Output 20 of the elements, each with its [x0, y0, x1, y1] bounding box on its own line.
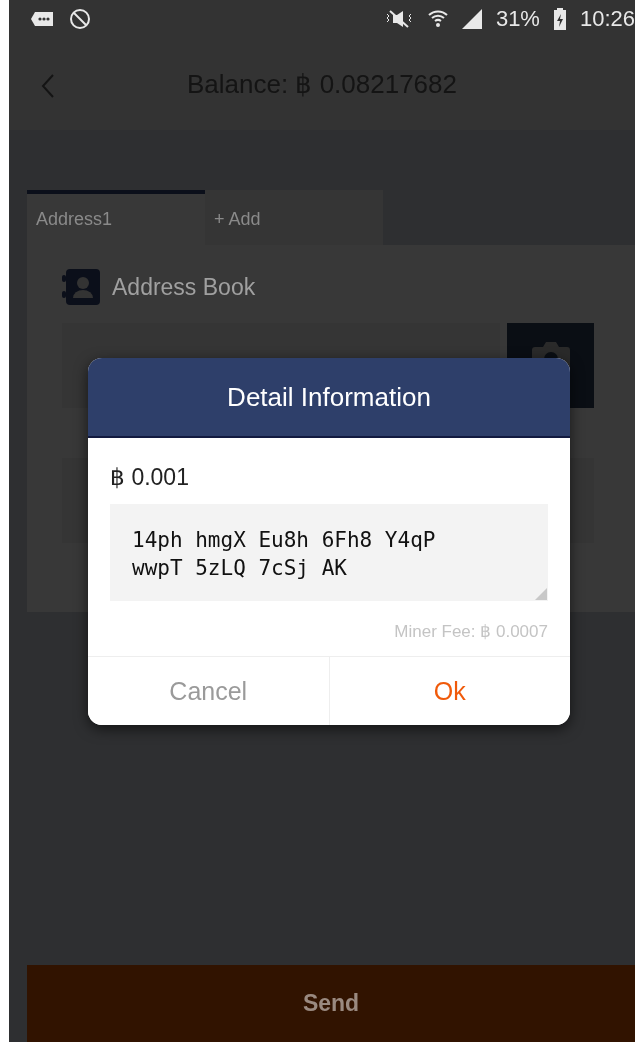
blocked-icon	[69, 8, 91, 30]
wifi-icon	[427, 9, 448, 29]
battery-percent: 31%	[495, 6, 540, 32]
send-button[interactable]: Send	[27, 965, 635, 1042]
back-icon[interactable]	[41, 74, 55, 98]
dialog-title: Detail Information	[88, 358, 570, 438]
battery-icon	[553, 8, 566, 30]
contact-book-icon[interactable]	[62, 269, 100, 305]
clock-time: 10:26	[579, 6, 635, 32]
cancel-button[interactable]: Cancel	[88, 657, 329, 725]
address-text-field[interactable]: 14ph hmgX Eu8h 6Fh8 Y4qP wwpT 5zLQ 7cSj AK	[110, 504, 548, 601]
address-tab[interactable]: Address1	[27, 190, 205, 245]
address-tab[interactable]: + Add	[205, 190, 383, 245]
ok-button[interactable]: Ok	[328, 657, 570, 725]
signal-icon	[461, 9, 482, 29]
resize-grip-icon[interactable]	[535, 588, 547, 600]
address-book-label[interactable]: Address Book	[112, 273, 256, 301]
miner-fee-text: Miner Fee: ฿ 0.0007	[393, 621, 548, 642]
amount-text: ฿ 0.001	[110, 464, 190, 491]
message-icon	[31, 10, 55, 28]
